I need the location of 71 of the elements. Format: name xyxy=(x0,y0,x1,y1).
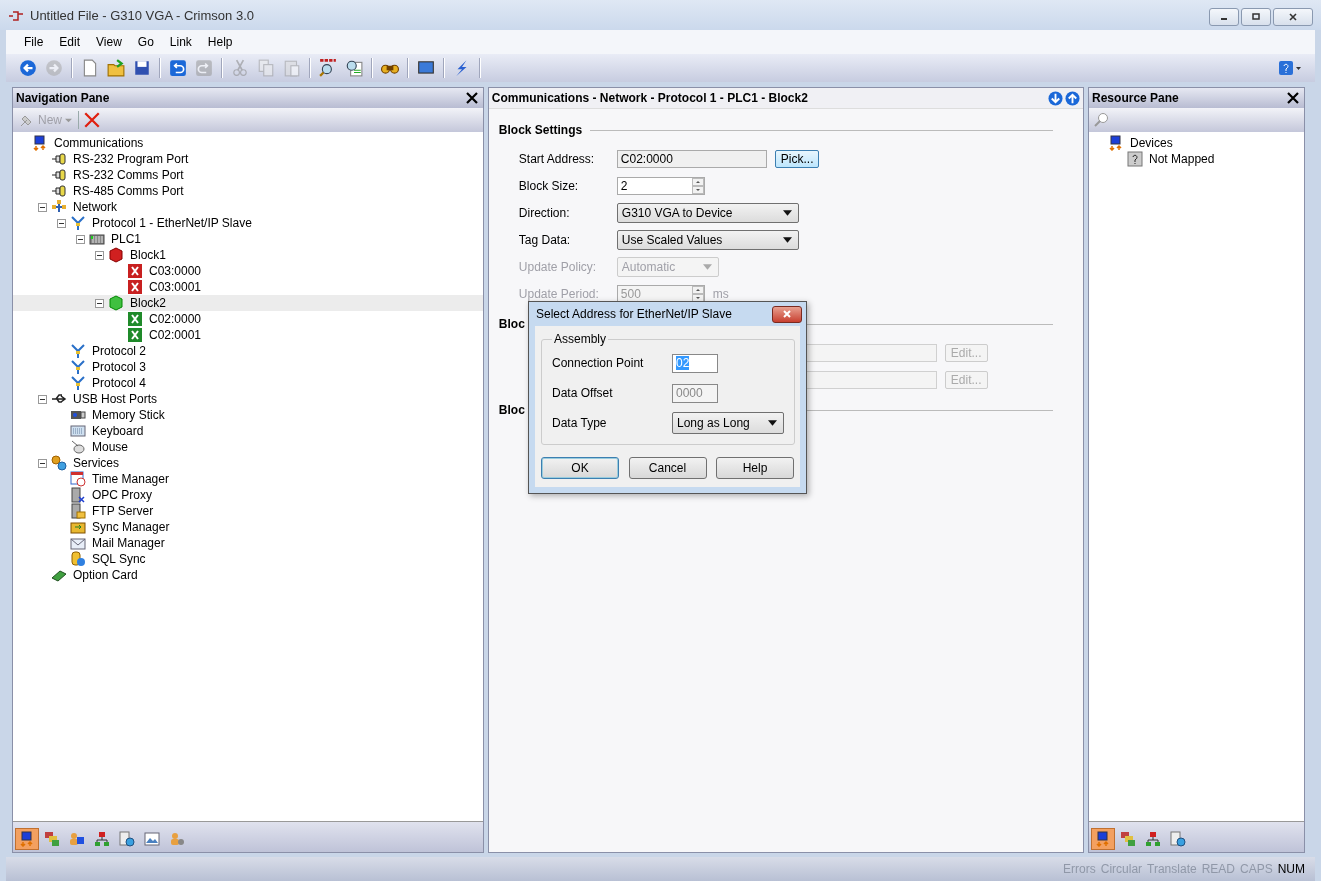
tree-item[interactable]: RS-485 Comms Port xyxy=(13,183,483,199)
menu-item[interactable]: File xyxy=(18,35,50,49)
group-label: Assembly xyxy=(553,332,607,346)
section-heading: Bloc xyxy=(498,317,525,331)
tree-item[interactable]: FTP Server xyxy=(13,503,483,519)
tree-item[interactable]: Protocol 2 xyxy=(13,343,483,359)
tree-item[interactable]: PLC1 xyxy=(13,231,483,247)
tree-item[interactable]: Sync Manager xyxy=(13,519,483,535)
section-heading: Block Settings xyxy=(498,123,583,137)
field-label: Data Type xyxy=(552,416,608,430)
status-indicator: Errors xyxy=(1063,862,1096,876)
status-indicator: NUM xyxy=(1277,862,1305,876)
tree-item[interactable]: Keyboard xyxy=(13,423,483,439)
tree-item[interactable]: Protocol 4 xyxy=(13,375,483,391)
menu-item[interactable]: Help xyxy=(201,35,239,49)
pane-title: Navigation Pane xyxy=(16,91,110,105)
unit-label: ms xyxy=(712,286,729,301)
status-indicator: READ xyxy=(1201,862,1235,876)
window-title: Untitled File - G310 VGA - Crimson 3.0 xyxy=(30,7,254,23)
dialog-button[interactable]: Help xyxy=(716,457,794,479)
tree-item[interactable]: Services xyxy=(13,455,483,471)
menu-item[interactable]: View xyxy=(90,35,128,49)
status-indicator: Translate xyxy=(1147,862,1197,876)
field-label: Tag Data: xyxy=(518,232,571,247)
pane-title: Resource Pane xyxy=(1092,91,1179,105)
menu-item[interactable]: Link xyxy=(163,35,198,49)
tree-item[interactable]: Communications xyxy=(13,135,483,151)
tree-item[interactable]: Time Manager xyxy=(13,471,483,487)
field-label: Block Size: xyxy=(518,178,579,193)
field-label: Start Address: xyxy=(518,151,595,166)
status-indicator: CAPS xyxy=(1240,862,1273,876)
field-label: Update Policy: xyxy=(518,259,597,274)
dialog-title: Select Address for EtherNet/IP Slave xyxy=(536,307,732,321)
menu-item[interactable]: Go xyxy=(131,35,160,49)
dialog-button[interactable]: Cancel xyxy=(628,457,707,479)
tree-item[interactable]: OPC Proxy xyxy=(13,487,483,503)
tree-item[interactable]: USB Host Ports xyxy=(13,391,483,407)
selected-text: 02 xyxy=(676,355,690,370)
tree-item[interactable]: RS-232 Comms Port xyxy=(13,167,483,183)
spin-field[interactable]: 2 xyxy=(616,176,705,195)
tree-item[interactable]: Block1 xyxy=(13,247,483,263)
tree-item[interactable]: SQL Sync xyxy=(13,551,483,567)
dropdown[interactable]: Long as Long xyxy=(672,412,784,434)
tree-item[interactable]: C03:0000 xyxy=(13,263,483,279)
tree-item[interactable]: C03:0001 xyxy=(13,279,483,295)
dialog-button[interactable]: OK xyxy=(541,457,619,479)
dropdown[interactable]: Use Scaled Values xyxy=(616,229,799,250)
tree-item[interactable]: Mouse xyxy=(13,439,483,455)
status-indicator: Circular xyxy=(1100,862,1143,876)
tree-item[interactable]: C02:0000 xyxy=(13,311,483,327)
tree-item[interactable]: Network xyxy=(13,199,483,215)
tree-item[interactable]: Protocol 3 xyxy=(13,359,483,375)
tree-item[interactable]: Not Mapped xyxy=(1089,151,1305,167)
tree-item[interactable]: Mail Manager xyxy=(13,535,483,551)
section-heading: Bloc xyxy=(498,403,525,417)
breadcrumb-title: Communications - Network - Protocol 1 - PLC1 - Block2 xyxy=(491,91,808,105)
menu-item[interactable]: Edit xyxy=(53,35,87,49)
tree-item[interactable]: RS-232 Program Port xyxy=(13,151,483,167)
tree-item[interactable]: Option Card xyxy=(13,567,483,583)
tree-item[interactable]: Devices xyxy=(1089,135,1305,151)
tree-item[interactable]: Block2 xyxy=(13,295,483,311)
field-label: Data Offset xyxy=(552,386,614,400)
field-label: Update Period: xyxy=(518,286,599,301)
address-field[interactable]: C02:0000 xyxy=(616,149,767,168)
tree-item[interactable]: Protocol 1 - EtherNet/IP Slave xyxy=(13,215,483,231)
dropdown[interactable]: G310 VGA to Device xyxy=(616,202,799,223)
field-label: Direction: xyxy=(518,205,570,220)
tree-item[interactable]: C02:0001 xyxy=(13,327,483,343)
field-label: Connection Point xyxy=(552,356,645,370)
pick-button[interactable]: Pick... xyxy=(774,149,820,168)
tree-item[interactable]: Memory Stick xyxy=(13,407,483,423)
